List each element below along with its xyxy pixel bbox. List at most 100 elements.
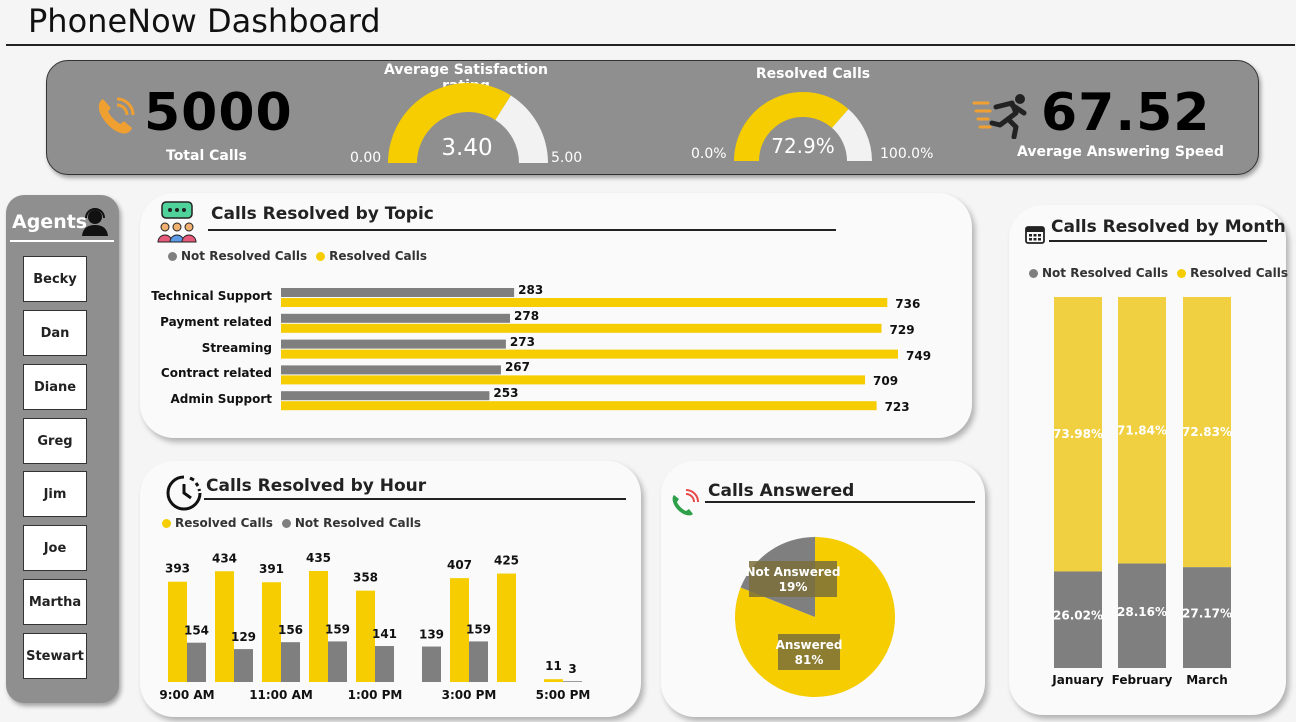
value-label-not-resolved: 3	[568, 662, 576, 676]
topic-category-label: Admin Support	[170, 392, 272, 407]
agents-divider	[10, 240, 114, 242]
total-calls-label: Total Calls	[166, 148, 247, 164]
bar-not-resolved	[375, 646, 394, 682]
bar-not-resolved	[281, 339, 506, 349]
value-label-not-resolved: 139	[419, 628, 444, 642]
value-label-resolved: 358	[353, 571, 378, 585]
satisfaction-gauge-min: 0.00	[350, 150, 382, 166]
value-label-not-resolved: 253	[493, 386, 519, 401]
total-calls-value: 5000	[144, 83, 293, 143]
x-tick-label: 11:00 AM	[249, 688, 313, 702]
agent-button-joe[interactable]: Joe	[23, 525, 87, 571]
x-tick-label: 9:00 AM	[159, 688, 214, 702]
headset-agent-icon	[82, 208, 108, 236]
value-label-not-resolved: 278	[514, 308, 540, 323]
bar-not-resolved	[281, 391, 490, 401]
stack-label-not-resolved: 26.02%	[1053, 609, 1103, 623]
answering-speed-label: Average Answering Speed	[1017, 144, 1224, 160]
month-tick-label: February	[1112, 673, 1173, 687]
bar-not-resolved	[281, 365, 501, 375]
value-label-resolved: 407	[447, 558, 472, 572]
value-label-not-resolved: 283	[518, 283, 544, 297]
answered-pie-chart: Answered81% Not Answered19%	[735, 537, 895, 697]
stack-label-resolved: 72.83%	[1182, 425, 1232, 439]
running-man-icon	[972, 94, 1027, 139]
bar-not-resolved	[281, 313, 511, 323]
value-label-resolved: 736	[895, 297, 921, 311]
x-tick-label: 3:00 PM	[442, 688, 497, 702]
resolved-gauge-value: 72.9%	[771, 134, 835, 158]
stack-label-not-resolved: 27.17%	[1182, 607, 1232, 621]
hour-bar-chart: 393 154 434 129 391 156 435 159 358 141 139 407 159 4…	[159, 551, 591, 702]
bar-not-resolved	[563, 681, 582, 682]
pie-slice-percent: 81%	[795, 653, 824, 667]
value-label-resolved: 425	[494, 554, 519, 568]
resolved-gauge-title: Resolved Calls	[755, 66, 871, 82]
resolved-gauge-max: 100.0%	[880, 146, 934, 162]
value-label-resolved: 749	[906, 348, 932, 363]
stack-label-resolved: 71.84%	[1117, 423, 1167, 437]
phone-icon	[98, 97, 135, 134]
bar-resolved	[281, 298, 888, 307]
value-label-resolved: 435	[306, 551, 331, 565]
bar-resolved	[544, 679, 563, 682]
value-label-resolved: 391	[259, 562, 284, 576]
value-label-not-resolved: 267	[504, 360, 530, 375]
bar-not-resolved	[328, 641, 347, 682]
value-label-resolved: 11	[545, 659, 562, 673]
pie-slice-label: Not Answered	[745, 565, 840, 579]
pie-slice-label: Answered	[776, 638, 843, 652]
value-label-not-resolved: 159	[325, 622, 350, 636]
month-stacked-bar-chart: 73.98% 26.02% January 71.84% 28.16% February 7…	[1051, 297, 1232, 687]
bar-not-resolved	[469, 641, 488, 682]
satisfaction-gauge-value: 3.40	[441, 135, 493, 161]
answering-speed-value: 67.52	[1041, 83, 1211, 143]
value-label-resolved: 709	[873, 374, 899, 389]
value-label-not-resolved: 141	[372, 627, 397, 641]
value-label-not-resolved: 156	[278, 623, 303, 637]
value-label-resolved: 729	[889, 322, 915, 337]
x-tick-label: 5:00 PM	[536, 688, 591, 702]
agent-button-becky[interactable]: Becky	[23, 256, 87, 302]
hour-panel: Calls Resolved by Hour Resolved Calls No…	[140, 461, 641, 717]
agent-button-dan[interactable]: Dan	[23, 310, 87, 356]
month-tick-label: January	[1051, 673, 1104, 687]
value-label-not-resolved: 273	[509, 334, 535, 349]
bar-resolved	[281, 375, 866, 385]
bar-not-resolved	[281, 288, 515, 297]
bar-resolved	[215, 571, 234, 682]
kpi-banner: 5000 Total Calls Average Satisfaction ra…	[46, 60, 1259, 175]
bar-resolved	[281, 349, 898, 359]
title-divider	[6, 44, 1295, 46]
x-tick-label: 1:00 PM	[348, 688, 403, 702]
dashboard-title: PhoneNow Dashboard	[28, 2, 381, 40]
value-label-resolved: 723	[884, 400, 910, 415]
value-label-not-resolved: 154	[184, 624, 209, 638]
topic-category-label: Contract related	[160, 366, 272, 381]
bar-not-resolved	[187, 642, 206, 682]
agent-button-diane[interactable]: Diane	[23, 364, 87, 410]
stack-label-not-resolved: 28.16%	[1117, 605, 1167, 619]
agent-button-stewart[interactable]: Stewart	[23, 633, 87, 679]
value-label-resolved: 393	[165, 562, 190, 576]
agent-button-jim[interactable]: Jim	[23, 471, 87, 517]
bar-resolved	[497, 573, 516, 682]
topic-category-label: Technical Support	[151, 289, 272, 303]
pie-slice-percent: 19%	[779, 580, 808, 594]
value-label-not-resolved: 159	[466, 622, 491, 636]
satisfaction-gauge-max: 5.00	[551, 150, 583, 166]
stack-label-resolved: 73.98%	[1053, 427, 1103, 441]
topic-category-label: Payment related	[160, 314, 272, 329]
agents-title: Agents	[12, 211, 88, 233]
bar-not-resolved	[234, 649, 253, 682]
value-label-not-resolved: 129	[231, 630, 256, 644]
topic-panel: Calls Resolved by Topic Not Resolved Cal…	[140, 193, 972, 438]
agent-button-greg[interactable]: Greg	[23, 418, 87, 464]
topic-bar-chart: Technical Support 283 736 Payment related 27…	[140, 193, 972, 438]
bar-not-resolved	[422, 646, 441, 682]
agent-button-martha[interactable]: Martha	[23, 579, 87, 625]
agents-panel: Agents Becky Dan Diane Greg Jim Joe Mart…	[6, 195, 119, 703]
month-panel: Calls Resolved by Month Not Resolved Cal…	[1009, 205, 1288, 715]
value-label-resolved: 434	[212, 551, 237, 565]
bar-resolved	[281, 323, 882, 333]
